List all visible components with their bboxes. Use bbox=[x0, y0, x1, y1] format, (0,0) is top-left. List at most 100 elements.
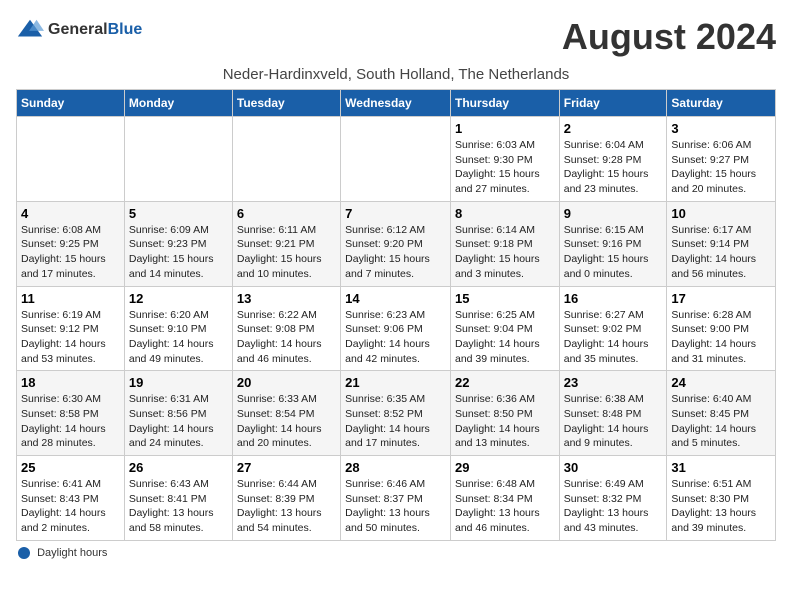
weekday-header-row: SundayMondayTuesdayWednesdayThursdayFrid… bbox=[17, 90, 776, 117]
calendar-body: 1 Sunrise: 6:03 AM Sunset: 9:30 PM Daylig… bbox=[17, 117, 776, 541]
calendar-cell: 18Sunrise: 6:30 AM Sunset: 8:58 PM Dayli… bbox=[17, 371, 125, 456]
logo-text: GeneralBlue bbox=[48, 20, 142, 39]
day-number: 9 bbox=[564, 206, 663, 221]
day-info: Sunrise: 6:11 AM Sunset: 9:21 PM Dayligh… bbox=[237, 223, 336, 282]
day-info: Sunrise: 6:51 AM Sunset: 8:30 PM Dayligh… bbox=[671, 477, 771, 536]
logo: GeneralBlue bbox=[16, 16, 142, 44]
day-number: 7 bbox=[345, 206, 446, 221]
day-info: Sunrise: 6:31 AM Sunset: 8:56 PM Dayligh… bbox=[129, 392, 228, 451]
calendar-cell bbox=[124, 117, 232, 202]
day-number: 23 bbox=[564, 375, 663, 390]
calendar-week-row: 4Sunrise: 6:08 AM Sunset: 9:25 PM Daylig… bbox=[17, 201, 776, 286]
day-info: Sunrise: 6:17 AM Sunset: 9:14 PM Dayligh… bbox=[671, 223, 771, 282]
logo-icon bbox=[16, 16, 44, 44]
calendar-cell: 9 Sunrise: 6:15 AM Sunset: 9:16 PM Daylig… bbox=[559, 201, 667, 286]
day-info: Sunrise: 6:23 AM Sunset: 9:06 PM Dayligh… bbox=[345, 308, 446, 367]
day-info: Sunrise: 6:49 AM Sunset: 8:32 PM Dayligh… bbox=[564, 477, 663, 536]
day-number: 12 bbox=[129, 291, 228, 306]
day-number: 5 bbox=[129, 206, 228, 221]
calendar-cell: 24 Sunrise: 6:40 AM Sunset: 8:45 PM Dayli… bbox=[667, 371, 776, 456]
day-number: 6 bbox=[237, 206, 336, 221]
day-info: Sunrise: 6:08 AM Sunset: 9:25 PM Dayligh… bbox=[21, 223, 120, 282]
day-number: 11 bbox=[21, 291, 120, 306]
day-info: Sunrise: 6:03 AM Sunset: 9:30 PM Dayligh… bbox=[455, 138, 555, 197]
day-number: 17 bbox=[671, 291, 771, 306]
day-info: Sunrise: 6:15 AM Sunset: 9:16 PM Dayligh… bbox=[564, 223, 663, 282]
weekday-header-cell: Saturday bbox=[667, 90, 776, 117]
day-number: 19 bbox=[129, 375, 228, 390]
day-info: Sunrise: 6:28 AM Sunset: 9:00 PM Dayligh… bbox=[671, 308, 771, 367]
day-info: Sunrise: 6:09 AM Sunset: 9:23 PM Dayligh… bbox=[129, 223, 228, 282]
footer-label: Daylight hours bbox=[37, 547, 107, 559]
calendar-week-row: 18Sunrise: 6:30 AM Sunset: 8:58 PM Dayli… bbox=[17, 371, 776, 456]
weekday-header-cell: Wednesday bbox=[341, 90, 451, 117]
day-number: 2 bbox=[564, 121, 663, 136]
day-info: Sunrise: 6:40 AM Sunset: 8:45 PM Dayligh… bbox=[671, 392, 771, 451]
day-number: 10 bbox=[671, 206, 771, 221]
day-number: 16 bbox=[564, 291, 663, 306]
calendar-cell: 19 Sunrise: 6:31 AM Sunset: 8:56 PM Dayli… bbox=[124, 371, 232, 456]
day-number: 14 bbox=[345, 291, 446, 306]
day-info: Sunrise: 6:43 AM Sunset: 8:41 PM Dayligh… bbox=[129, 477, 228, 536]
calendar-week-row: 1 Sunrise: 6:03 AM Sunset: 9:30 PM Daylig… bbox=[17, 117, 776, 202]
day-number: 1 bbox=[455, 121, 555, 136]
calendar-cell: 12 Sunrise: 6:20 AM Sunset: 9:10 PM Dayli… bbox=[124, 286, 232, 371]
header: GeneralBlue August 2024 bbox=[16, 16, 776, 58]
calendar-cell: 26 Sunrise: 6:43 AM Sunset: 8:41 PM Dayli… bbox=[124, 456, 232, 541]
day-info: Sunrise: 6:25 AM Sunset: 9:04 PM Dayligh… bbox=[455, 308, 555, 367]
calendar-cell: 31 Sunrise: 6:51 AM Sunset: 8:30 PM Dayli… bbox=[667, 456, 776, 541]
calendar-cell: 10 Sunrise: 6:17 AM Sunset: 9:14 PM Dayli… bbox=[667, 201, 776, 286]
day-info: Sunrise: 6:35 AM Sunset: 8:52 PM Dayligh… bbox=[345, 392, 446, 451]
day-number: 24 bbox=[671, 375, 771, 390]
calendar-cell: 15 Sunrise: 6:25 AM Sunset: 9:04 PM Dayli… bbox=[450, 286, 559, 371]
day-number: 25 bbox=[21, 460, 120, 475]
day-number: 8 bbox=[455, 206, 555, 221]
calendar-week-row: 11 Sunrise: 6:19 AM Sunset: 9:12 PM Dayli… bbox=[17, 286, 776, 371]
calendar-cell: 6 Sunrise: 6:11 AM Sunset: 9:21 PM Daylig… bbox=[232, 201, 340, 286]
day-info: Sunrise: 6:12 AM Sunset: 9:20 PM Dayligh… bbox=[345, 223, 446, 282]
calendar-cell: 21 Sunrise: 6:35 AM Sunset: 8:52 PM Dayli… bbox=[341, 371, 451, 456]
calendar-cell: 20Sunrise: 6:33 AM Sunset: 8:54 PM Dayli… bbox=[232, 371, 340, 456]
day-number: 31 bbox=[671, 460, 771, 475]
calendar-cell: 2 Sunrise: 6:04 AM Sunset: 9:28 PM Daylig… bbox=[559, 117, 667, 202]
day-info: Sunrise: 6:36 AM Sunset: 8:50 PM Dayligh… bbox=[455, 392, 555, 451]
day-info: Sunrise: 6:41 AM Sunset: 8:43 PM Dayligh… bbox=[21, 477, 120, 536]
footer: Daylight hours bbox=[16, 547, 776, 559]
day-info: Sunrise: 6:30 AM Sunset: 8:58 PM Dayligh… bbox=[21, 392, 120, 451]
day-info: Sunrise: 6:06 AM Sunset: 9:27 PM Dayligh… bbox=[671, 138, 771, 197]
calendar-cell: 11 Sunrise: 6:19 AM Sunset: 9:12 PM Dayli… bbox=[17, 286, 125, 371]
calendar-cell: 28Sunrise: 6:46 AM Sunset: 8:37 PM Dayli… bbox=[341, 456, 451, 541]
calendar-cell: 14 Sunrise: 6:23 AM Sunset: 9:06 PM Dayli… bbox=[341, 286, 451, 371]
calendar-cell: 5 Sunrise: 6:09 AM Sunset: 9:23 PM Daylig… bbox=[124, 201, 232, 286]
day-info: Sunrise: 6:19 AM Sunset: 9:12 PM Dayligh… bbox=[21, 308, 120, 367]
calendar-cell bbox=[341, 117, 451, 202]
day-info: Sunrise: 6:48 AM Sunset: 8:34 PM Dayligh… bbox=[455, 477, 555, 536]
footer-dot bbox=[18, 547, 30, 559]
day-number: 3 bbox=[671, 121, 771, 136]
calendar-table: SundayMondayTuesdayWednesdayThursdayFrid… bbox=[16, 89, 776, 541]
day-number: 26 bbox=[129, 460, 228, 475]
day-info: Sunrise: 6:22 AM Sunset: 9:08 PM Dayligh… bbox=[237, 308, 336, 367]
weekday-header-cell: Sunday bbox=[17, 90, 125, 117]
weekday-header-cell: Thursday bbox=[450, 90, 559, 117]
day-number: 28 bbox=[345, 460, 446, 475]
calendar-cell: 1 Sunrise: 6:03 AM Sunset: 9:30 PM Daylig… bbox=[450, 117, 559, 202]
day-number: 15 bbox=[455, 291, 555, 306]
weekday-header-cell: Tuesday bbox=[232, 90, 340, 117]
title-section: August 2024 bbox=[562, 16, 776, 58]
calendar-week-row: 25 Sunrise: 6:41 AM Sunset: 8:43 PM Dayli… bbox=[17, 456, 776, 541]
day-info: Sunrise: 6:20 AM Sunset: 9:10 PM Dayligh… bbox=[129, 308, 228, 367]
calendar-cell: 29Sunrise: 6:48 AM Sunset: 8:34 PM Dayli… bbox=[450, 456, 559, 541]
day-info: Sunrise: 6:33 AM Sunset: 8:54 PM Dayligh… bbox=[237, 392, 336, 451]
calendar-cell bbox=[232, 117, 340, 202]
calendar-cell: 17 Sunrise: 6:28 AM Sunset: 9:00 PM Dayli… bbox=[667, 286, 776, 371]
calendar-cell: 3 Sunrise: 6:06 AM Sunset: 9:27 PM Daylig… bbox=[667, 117, 776, 202]
calendar-cell: 22Sunrise: 6:36 AM Sunset: 8:50 PM Dayli… bbox=[450, 371, 559, 456]
day-number: 21 bbox=[345, 375, 446, 390]
weekday-header-cell: Friday bbox=[559, 90, 667, 117]
calendar-cell: 27Sunrise: 6:44 AM Sunset: 8:39 PM Dayli… bbox=[232, 456, 340, 541]
calendar-cell: 7 Sunrise: 6:12 AM Sunset: 9:20 PM Daylig… bbox=[341, 201, 451, 286]
day-info: Sunrise: 6:04 AM Sunset: 9:28 PM Dayligh… bbox=[564, 138, 663, 197]
calendar-cell: 23Sunrise: 6:38 AM Sunset: 8:48 PM Dayli… bbox=[559, 371, 667, 456]
calendar-cell: 25 Sunrise: 6:41 AM Sunset: 8:43 PM Dayli… bbox=[17, 456, 125, 541]
